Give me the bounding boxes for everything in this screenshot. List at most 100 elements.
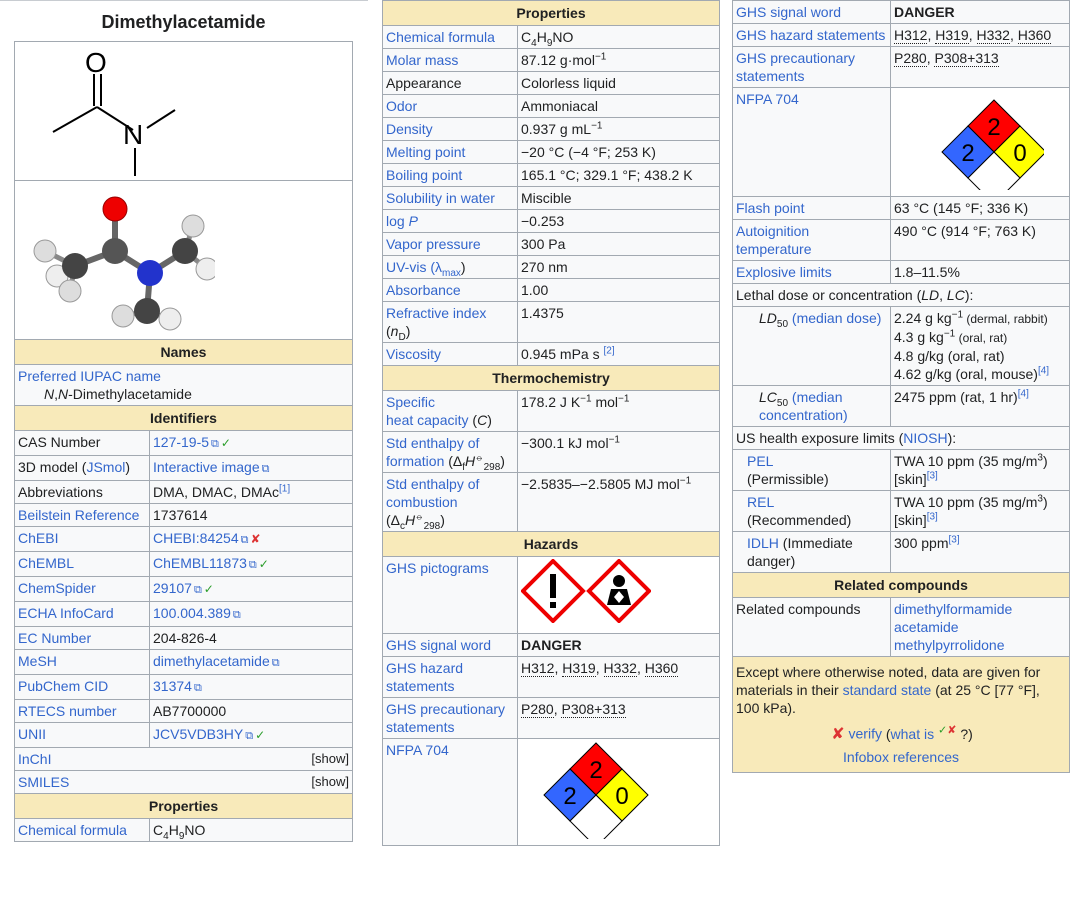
precaution-code[interactable]: P308+313 (934, 50, 999, 67)
cas-link[interactable]: 127-19-5 (153, 434, 219, 450)
ref-link[interactable]: [3] (927, 470, 938, 481)
related-compound-link[interactable]: acetamide (894, 619, 959, 635)
hazard-code[interactable]: H360 (644, 660, 679, 677)
smiles-show-toggle[interactable]: [show] (311, 773, 349, 791)
row-flash-point: Flash point 63 °C (145 °F; 336 K) (732, 196, 1070, 220)
niosh-link[interactable]: NIOSH (903, 430, 947, 446)
chemspider-link[interactable]: 29107 (153, 580, 202, 596)
enthc-label-link[interactable]: Std enthalpy of combustion (386, 476, 479, 510)
hazard-label-link[interactable]: GHS hazard statements (386, 660, 463, 694)
mesh-link[interactable]: dimethylacetamide (153, 653, 280, 669)
solubility-label-link[interactable]: Solubility in water (386, 190, 495, 206)
precaution-code[interactable]: P280 (521, 701, 554, 718)
verify-link[interactable]: verify (849, 726, 882, 742)
ref-link[interactable]: [1] (279, 483, 290, 494)
viscosity-label-link[interactable]: Viscosity (386, 346, 441, 362)
echa-link[interactable]: 100.004.389 (153, 605, 241, 621)
ref-link[interactable]: [4] (1018, 388, 1029, 399)
row-idlh: IDLH (Immediate danger) 300 ppm[3] (732, 531, 1070, 573)
ref-link[interactable]: [4] (1038, 365, 1049, 376)
precaution-label-link[interactable]: GHS precautionary statements (386, 701, 505, 735)
pubchem-label-link[interactable]: PubChem CID (18, 678, 108, 694)
related-compound-link[interactable]: dimethylformamide (894, 601, 1012, 617)
echa-label-link[interactable]: ECHA InfoCard (18, 605, 114, 621)
pictograms-label-link[interactable]: GHS pictograms (386, 560, 489, 576)
autoign-label-link[interactable]: Autoignition temperature (736, 223, 811, 257)
refractive-label-link[interactable]: Refractive index (386, 305, 486, 321)
signal-label-link[interactable]: GHS signal word (736, 4, 841, 20)
precaution-label-link[interactable]: GHS precautionary statements (736, 50, 855, 84)
idlh-link[interactable]: IDLH (747, 535, 779, 551)
iupac-label-link[interactable]: Preferred IUPAC name (18, 368, 161, 384)
logp-label-link[interactable]: log P (386, 213, 418, 229)
what-is-link[interactable]: what is (891, 726, 935, 742)
ball-and-stick-image[interactable] (14, 180, 353, 340)
heatcap-label-link[interactable]: Specific heat capacity (386, 394, 469, 428)
molar-label-link[interactable]: Molar mass (386, 52, 458, 68)
chebi-link[interactable]: CHEBI:84254 (153, 530, 248, 546)
smiles-label-link[interactable]: SMILES (18, 774, 69, 790)
interactive-image-link[interactable]: Interactive image (153, 459, 269, 475)
absorbance-label-link[interactable]: Absorbance (386, 282, 461, 298)
chebi-label-link[interactable]: ChEBI (18, 530, 58, 546)
hazard-code[interactable]: H332 (603, 660, 637, 677)
pubchem-link[interactable]: 31374 (153, 678, 202, 694)
nfpa-label-link[interactable]: NFPA 704 (386, 742, 449, 758)
ref-link[interactable]: [2] (604, 345, 615, 356)
row-inchi: InChI [show] (14, 747, 353, 771)
explosive-label-link[interactable]: Explosive limits (736, 264, 832, 280)
nfpa-704-diamond[interactable]: 2 2 0 (894, 90, 1047, 205)
vapor-label-link[interactable]: Vapor pressure (386, 236, 481, 252)
ref-link[interactable]: [3] (927, 511, 938, 522)
row-beilstein: Beilstein Reference 1737614 (14, 503, 353, 527)
formula-label-link[interactable]: Chemical formula (386, 29, 495, 45)
ld50-link[interactable]: (median dose) (788, 310, 882, 326)
flash-label-link[interactable]: Flash point (736, 200, 804, 216)
odor-label-link[interactable]: Odor (386, 98, 417, 114)
hazard-label-link[interactable]: GHS hazard statements (736, 27, 885, 43)
standard-state-link[interactable]: standard state (843, 682, 932, 698)
jmol-link[interactable]: JSmol (86, 459, 125, 475)
hazard-code[interactable]: H332 (976, 27, 1010, 44)
beilstein-label-link[interactable]: Beilstein Reference (18, 507, 139, 523)
hazard-code[interactable]: H312 (894, 27, 928, 44)
signal-label-link[interactable]: GHS signal word (386, 637, 491, 653)
inchi-show-toggle[interactable]: [show] (311, 750, 349, 768)
nfpa-704-diamond[interactable]: 2 2 0 (521, 741, 671, 848)
related-compound-link[interactable]: methylpyrrolidone (894, 637, 1005, 653)
skeletal-formula-image[interactable]: O N (14, 41, 353, 181)
hazard-code[interactable]: H319 (562, 660, 596, 677)
precaution-code[interactable]: P308+313 (561, 701, 626, 718)
formula-label-link[interactable]: Chemical formula (18, 822, 127, 838)
ref-link[interactable]: [3] (948, 534, 959, 545)
hazard-code[interactable]: H312 (521, 660, 555, 677)
row-formula: Chemical formula C4H9NO (14, 818, 353, 842)
rtecs-label-link[interactable]: RTECS number (18, 703, 117, 719)
uv-label-link[interactable]: UV-vis (λmax (386, 259, 461, 278)
mesh-label-link[interactable]: MeSH (18, 653, 57, 669)
idlh-value: 300 ppm (894, 535, 949, 551)
ec-label-link[interactable]: EC Number (18, 630, 91, 646)
hazard-code[interactable]: H360 (1017, 27, 1052, 44)
unii-link[interactable]: JCV5VDB3HY (153, 726, 253, 742)
row-solubility: Solubility in water Miscible (382, 186, 720, 210)
autoign-value: 490 °C (914 °F; 763 K) (894, 223, 1036, 239)
nfpa-label-link[interactable]: NFPA 704 (736, 91, 799, 107)
hazard-code[interactable]: H319 (935, 27, 969, 44)
melting-label-link[interactable]: Melting point (386, 144, 465, 160)
chemspider-label-link[interactable]: ChemSpider (18, 580, 96, 596)
boiling-label-link[interactable]: Boiling point (386, 167, 462, 183)
inchi-label-link[interactable]: InChI (18, 751, 51, 767)
chembl-label-link[interactable]: ChEMBL (18, 555, 74, 571)
pel-link[interactable]: PEL (747, 453, 773, 469)
unii-label-link[interactable]: UNII (18, 726, 46, 742)
rel-link[interactable]: REL (747, 494, 774, 510)
infobox-references-link[interactable]: Infobox references (843, 749, 959, 765)
row-density: Density 0.937 g mL−1 (382, 117, 720, 141)
density-label-link[interactable]: Density (386, 121, 433, 137)
precaution-code[interactable]: P280 (894, 50, 927, 67)
abbr-label: Abbreviations (18, 484, 103, 500)
chembl-link[interactable]: ChEMBL11873 (153, 555, 257, 571)
skeletal-structure-svg: O N (52, 47, 176, 176)
row-ec: EC Number 204-826-4 (14, 626, 353, 650)
